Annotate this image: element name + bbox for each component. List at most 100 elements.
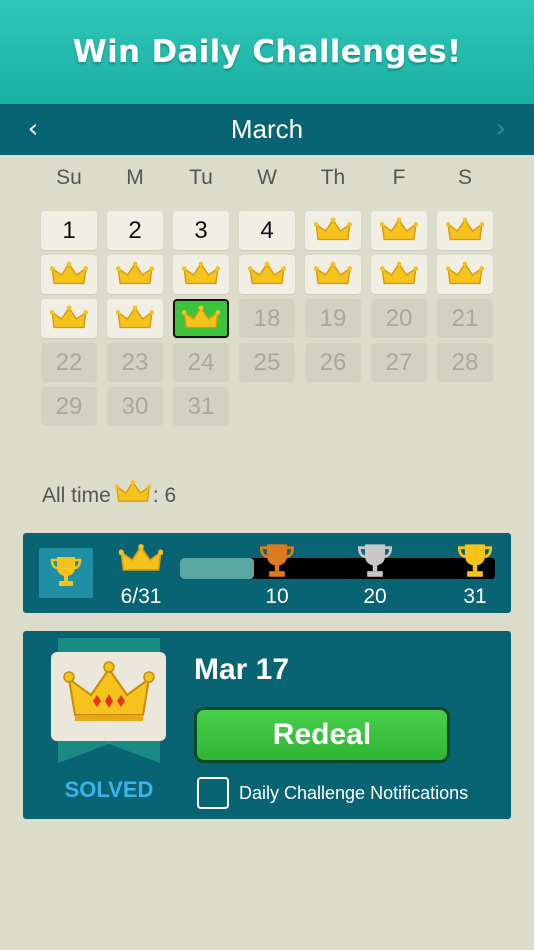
calendar-day: 24 <box>173 343 229 382</box>
trophy-button[interactable] <box>39 548 93 598</box>
calendar-day: 19 <box>305 299 361 338</box>
progress-fill <box>180 558 254 579</box>
crown-icon <box>50 260 88 289</box>
crown-icon <box>380 216 418 245</box>
notifications-checkbox[interactable] <box>197 777 229 809</box>
day-number: 18 <box>253 304 281 332</box>
redeal-button[interactable]: Redeal <box>194 707 450 763</box>
crown-icon <box>182 260 220 289</box>
milestone-label: 31 <box>463 585 487 608</box>
calendar-day[interactable] <box>371 211 427 250</box>
alltime-summary: All time : 6 <box>42 479 177 513</box>
crown-icon <box>116 304 154 333</box>
weekday-label: M <box>126 166 144 189</box>
calendar-day: 30 <box>107 387 163 426</box>
crown-icon <box>446 216 484 245</box>
weekday-label: Tu <box>189 166 213 189</box>
calendar-day: 25 <box>239 343 295 382</box>
calendar-grid: 1 2 3 4 18 19 20 21 22 23 24 25 26 27 28 29 30 31 <box>0 211 534 431</box>
day-number: 29 <box>55 392 83 420</box>
day-number: 1 <box>62 216 76 244</box>
calendar-day[interactable] <box>371 255 427 294</box>
calendar-day[interactable] <box>305 211 361 250</box>
day-number: 19 <box>319 304 347 332</box>
progress-track <box>180 558 495 579</box>
milestone-label: 10 <box>265 585 289 608</box>
day-number: 23 <box>121 348 149 376</box>
crown-icon <box>314 260 352 289</box>
day-number: 22 <box>55 348 83 376</box>
crown-icon <box>118 543 164 582</box>
calendar-day[interactable]: 1 <box>41 211 97 250</box>
calendar-day: 23 <box>107 343 163 382</box>
chevron-left-icon[interactable]: ‹ <box>18 114 48 144</box>
crown-icon <box>248 260 286 289</box>
calendar-day[interactable] <box>107 299 163 338</box>
day-number: 28 <box>451 348 479 376</box>
day-number: 20 <box>385 304 413 332</box>
calendar-day[interactable] <box>437 211 493 250</box>
calendar-day[interactable] <box>239 255 295 294</box>
crown-icon <box>446 260 484 289</box>
month-bar: ‹ March › <box>0 104 534 155</box>
weekday-label: S <box>457 166 472 189</box>
solved-status: SOLVED <box>64 777 154 802</box>
calendar-day[interactable]: 2 <box>107 211 163 250</box>
alltime-label: All time <box>42 484 111 507</box>
calendar-day[interactable] <box>41 299 97 338</box>
bronze-trophy-icon <box>259 541 295 584</box>
calendar-day: 31 <box>173 387 229 426</box>
calendar-day[interactable] <box>173 255 229 294</box>
calendar-day: 20 <box>371 299 427 338</box>
calendar-day: 29 <box>41 387 97 426</box>
progress-panel: 6/31 10 20 31 <box>23 533 511 613</box>
day-number: 3 <box>194 216 208 244</box>
progress-count: 6/31 <box>120 585 162 608</box>
day-number: 21 <box>451 304 479 332</box>
trophy-icon <box>50 554 82 593</box>
weekday-label: Su <box>56 166 82 189</box>
silver-trophy-icon <box>357 541 393 584</box>
day-number: 30 <box>121 392 149 420</box>
day-number: 4 <box>260 216 274 244</box>
crown-icon <box>116 260 154 289</box>
day-number: 27 <box>385 348 413 376</box>
calendar-day[interactable] <box>437 255 493 294</box>
solved-card <box>51 652 166 741</box>
calendar-day[interactable]: 3 <box>173 211 229 250</box>
header-banner: Win Daily Challenges! <box>0 0 534 104</box>
month-title: March <box>230 114 304 144</box>
calendar-day: 28 <box>437 343 493 382</box>
notifications-label: Daily Challenge Notifications <box>239 782 469 803</box>
crown-icon <box>314 216 352 245</box>
notifications-toggle[interactable]: Daily Challenge Notifications <box>197 777 468 809</box>
crown-jewel-icon <box>62 659 155 734</box>
weekday-label: W <box>257 166 277 189</box>
calendar-day[interactable] <box>107 255 163 294</box>
crown-icon <box>182 304 220 333</box>
challenge-panel: SOLVED Mar 17 Redeal Daily Challenge Not… <box>23 631 511 819</box>
calendar-day[interactable]: 4 <box>239 211 295 250</box>
calendar-day[interactable] <box>173 299 229 338</box>
alltime-count: : 6 <box>152 484 177 507</box>
crown-icon <box>114 479 152 513</box>
day-number: 2 <box>128 216 142 244</box>
weekday-header: Su M Tu W Th F S <box>0 166 534 194</box>
crown-icon <box>50 304 88 333</box>
chevron-right-icon[interactable]: › <box>486 114 516 144</box>
calendar-day: 26 <box>305 343 361 382</box>
calendar-day[interactable] <box>305 255 361 294</box>
calendar-day: 27 <box>371 343 427 382</box>
day-number: 25 <box>253 348 281 376</box>
challenge-date: Mar 17 <box>194 653 290 686</box>
calendar-day[interactable] <box>41 255 97 294</box>
calendar-day: 21 <box>437 299 493 338</box>
day-number: 24 <box>187 348 215 376</box>
calendar-day: 22 <box>41 343 97 382</box>
day-number: 31 <box>187 392 215 420</box>
weekday-label: Th <box>320 166 346 189</box>
weekday-label: F <box>392 166 406 189</box>
day-number: 26 <box>319 348 347 376</box>
calendar-day: 18 <box>239 299 295 338</box>
crown-icon <box>380 260 418 289</box>
